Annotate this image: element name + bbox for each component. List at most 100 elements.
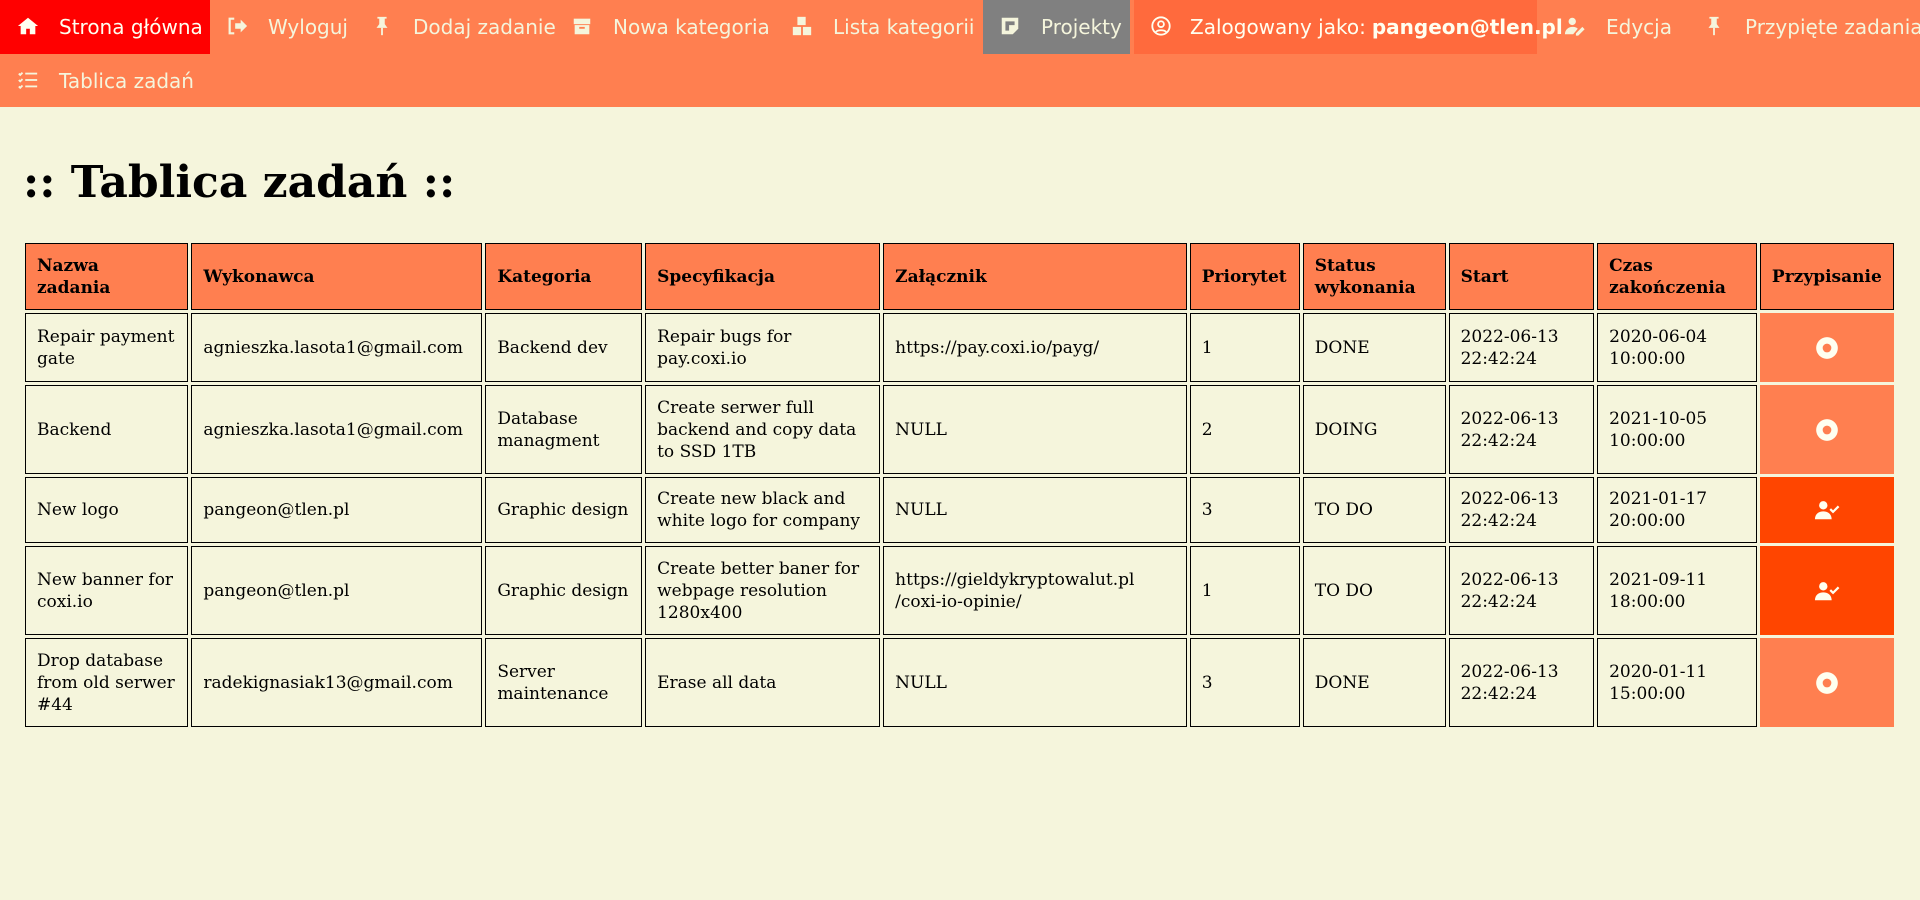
nav-task-board[interactable]: Tablica zadań [0,54,194,108]
assign-button[interactable] [1759,638,1894,727]
cell-end-time: 2021-10-05 10:00:00 [1597,385,1757,474]
header-assignment: Przypisanie [1759,243,1894,310]
user-edit-icon [1564,15,1588,39]
cell-end-time: 2020-06-04 10:00:00 [1597,313,1757,382]
nav-logout-label: Wyloguj [268,15,348,39]
table-row: Repair payment gate agnieszka.lasota1@gm… [25,313,1894,382]
nav-pinned-tasks-label: Przypięte zadania [1745,15,1920,39]
cell-priority: 1 [1189,313,1300,382]
nav-logout[interactable]: Wyloguj [210,0,348,54]
cell-task-name: Backend [25,385,189,474]
cell-status: TO DO [1302,546,1446,635]
nav-home-label: Strona główna [59,15,203,39]
nav-category-list-label: Lista kategorii [833,15,975,39]
dot-circle-icon [1816,418,1838,441]
cell-priority: 3 [1189,638,1300,727]
boxes-icon [791,15,815,39]
cell-priority: 1 [1189,546,1300,635]
cell-status: DONE [1302,313,1446,382]
nav-user-prefix: Zalogowany jako: [1190,15,1366,39]
user-check-icon [1814,501,1840,520]
cell-category: Graphic design [485,546,643,635]
cell-executor: pangeon@tlen.pl [191,477,483,543]
header-status: Status wykonania [1302,243,1446,310]
nav-add-task[interactable]: Dodaj zadanie [355,0,556,54]
nav-task-board-label: Tablica zadań [59,69,194,93]
nav-category-list[interactable]: Lista kategorii [775,0,974,54]
cell-executor: agnieszka.lasota1@gmail.com [191,313,483,382]
cell-specification: Create serwer full backend and copy data… [645,385,881,474]
sign-out-icon [226,15,250,39]
note-icon [999,15,1023,39]
top-navigation: Strona główna Wyloguj Dodaj zadanie Nowa… [0,0,1920,107]
cell-attachment: NULL [883,385,1187,474]
cell-category: Graphic design [485,477,643,543]
cell-executor: radekignasiak13@gmail.com [191,638,483,727]
assign-button[interactable] [1759,313,1894,382]
nav-edit-label: Edycja [1606,15,1672,39]
header-end-time: Czas zakończenia [1597,243,1757,310]
nav-new-category-label: Nowa kategoria [613,15,770,39]
nav-home[interactable]: Strona główna [0,0,210,54]
cell-task-name: New logo [25,477,189,543]
cell-priority: 3 [1189,477,1300,543]
cell-category: Database managment [485,385,643,474]
cell-executor: agnieszka.lasota1@gmail.com [191,385,483,474]
cell-end-time: 2021-09-11 18:00:00 [1597,546,1757,635]
nav-new-category[interactable]: Nowa kategoria [555,0,770,54]
tasks-list-icon [17,69,41,93]
header-attachment: Załącznik [883,243,1187,310]
header-task-name: Nazwa zadania [25,243,189,310]
nav-add-task-label: Dodaj zadanie [413,15,556,39]
table-row: New banner for coxi.io pangeon@tlen.pl G… [25,546,1894,635]
cell-executor: pangeon@tlen.pl [191,546,483,635]
cell-start: 2022-06-13 22:42:24 [1448,638,1595,727]
table-header-row: Nazwa zadania Wykonawca Kategoria Specyf… [25,243,1894,310]
cell-task-name: New banner for coxi.io [25,546,189,635]
header-start: Start [1448,243,1595,310]
header-executor: Wykonawca [191,243,483,310]
header-specification: Specyfikacja [645,243,881,310]
nav-logged-user[interactable]: Zalogowany jako: pangeon@tlen.pl [1134,0,1563,54]
pin-icon [1703,15,1727,39]
page-title: :: Tablica zadań :: [23,157,456,208]
cell-specification: Erase all data [645,638,881,727]
cell-status: DONE [1302,638,1446,727]
cell-start: 2022-06-13 22:42:24 [1448,477,1595,543]
nav-projects-label: Projekty [1041,15,1122,39]
cell-attachment: NULL [883,638,1187,727]
task-table: Nazwa zadania Wykonawca Kategoria Specyf… [22,240,1897,730]
cell-start: 2022-06-13 22:42:24 [1448,313,1595,382]
pin-icon [371,15,395,39]
assign-button[interactable] [1759,477,1894,543]
cell-category: Server maintenance [485,638,643,727]
cell-specification: Create new black and white logo for comp… [645,477,881,543]
nav-pinned-tasks[interactable]: Przypięte zadania [1693,0,1920,54]
nav-edit[interactable]: Edycja [1552,0,1672,54]
home-icon [17,15,41,39]
user-check-icon [1814,581,1840,600]
assign-button[interactable] [1759,385,1894,474]
cell-priority: 2 [1189,385,1300,474]
cell-specification: Create better baner for webpage resoluti… [645,546,881,635]
cell-attachment: NULL [883,477,1187,543]
cell-end-time: 2021-01-17 20:00:00 [1597,477,1757,543]
cell-status: DOING [1302,385,1446,474]
cell-task-name: Drop database from old serwer #44 [25,638,189,727]
table-row: Backend agnieszka.lasota1@gmail.com Data… [25,385,1894,474]
cell-attachment: https://gieldykryptowalut.pl /coxi-io-op… [883,546,1187,635]
table-row: New logo pangeon@tlen.pl Graphic design … [25,477,1894,543]
box-icon [571,15,595,39]
header-category: Kategoria [485,243,643,310]
header-priority: Priorytet [1189,243,1300,310]
cell-specification: Repair bugs for pay.coxi.io [645,313,881,382]
user-circle-icon [1150,15,1172,39]
nav-projects[interactable]: Projekty [983,0,1130,54]
cell-task-name: Repair payment gate [25,313,189,382]
cell-start: 2022-06-13 22:42:24 [1448,385,1595,474]
cell-status: TO DO [1302,477,1446,543]
cell-attachment: https://pay.coxi.io/payg/ [883,313,1187,382]
dot-circle-icon [1816,336,1838,359]
cell-category: Backend dev [485,313,643,382]
assign-button[interactable] [1759,546,1894,635]
